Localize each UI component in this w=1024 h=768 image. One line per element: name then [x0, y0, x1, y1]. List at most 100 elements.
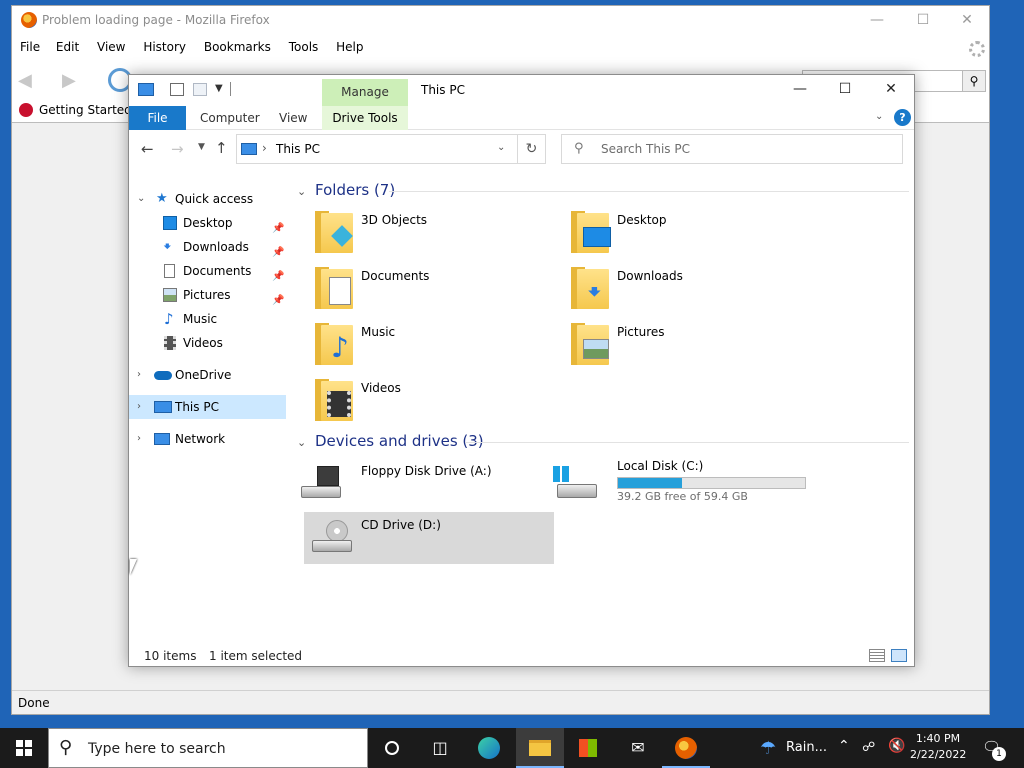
tab-view[interactable]: View	[279, 106, 307, 130]
drive-cd-d[interactable]: CD Drive (D:)	[304, 512, 554, 564]
drive-local-c[interactable]: Local Disk (C:) 39.2 GB free of 59.4 GB	[545, 458, 845, 510]
customize-qat-icon[interactable]: ▼	[215, 83, 223, 94]
address-input[interactable]: › This PC ⌄	[236, 134, 518, 164]
nav-onedrive[interactable]: › OneDrive	[129, 363, 286, 387]
bookmark-getting-started[interactable]: Getting Started	[39, 103, 132, 117]
expand-ribbon-icon[interactable]: ⌄	[875, 111, 883, 122]
nav-desktop[interactable]: Desktop 📌	[129, 211, 286, 235]
group-collapse-icon[interactable]: ⌄	[297, 185, 306, 198]
nav-videos[interactable]: Videos	[129, 331, 286, 355]
address-dropdown-icon[interactable]: ⌄	[497, 142, 505, 153]
menu-view[interactable]: View	[97, 37, 125, 57]
menu-file[interactable]: File	[20, 37, 40, 57]
nav-music[interactable]: ♪ Music	[129, 307, 286, 331]
downloads-icon: 🠻	[587, 278, 602, 306]
explorer-minimize-button[interactable]: —	[777, 75, 823, 105]
folder-icon: ♪	[315, 323, 353, 365]
expanded-chevron-icon[interactable]: ⌄	[137, 187, 145, 211]
show-hidden-icons-icon[interactable]: ⌃	[838, 738, 850, 754]
forward-arrow-icon[interactable]: ▶	[62, 70, 84, 91]
folders-group-header[interactable]: ⌄ Folders (7)	[297, 181, 395, 199]
documents-icon	[164, 264, 175, 278]
folder-3d-objects[interactable]: 3D Objects	[289, 207, 539, 259]
up-icon[interactable]: ↑	[215, 139, 228, 157]
explorer-close-button[interactable]: ✕	[868, 75, 914, 105]
store-icon[interactable]	[564, 728, 612, 768]
nav-pictures[interactable]: Pictures 📌	[129, 283, 286, 307]
menu-bookmarks[interactable]: Bookmarks	[204, 37, 271, 57]
firefox-titlebar: Problem loading page - Mozilla Firefox —…	[12, 6, 989, 36]
tab-drive-tools[interactable]: Drive Tools	[322, 106, 408, 130]
recent-locations-icon[interactable]: ▼	[198, 142, 205, 152]
file-explorer-icon[interactable]	[516, 728, 564, 768]
explorer-maximize-button[interactable]: ☐	[822, 75, 868, 105]
menu-tools[interactable]: Tools	[289, 37, 319, 57]
navigation-pane: ⌄ ★ Quick access Desktop 📌 🠻 Downloads 📌…	[129, 185, 289, 645]
search-icon[interactable]: ⚲	[962, 70, 986, 92]
network-status-icon[interactable]: ☍	[862, 740, 875, 755]
folder-music[interactable]: ♪ Music	[289, 319, 539, 371]
folder-documents[interactable]: Documents	[289, 263, 539, 315]
menu-help[interactable]: Help	[336, 37, 363, 57]
search-box[interactable]: ⚲ Search This PC	[561, 134, 903, 164]
details-view-icon[interactable]	[869, 649, 885, 662]
collapsed-chevron-icon[interactable]: ›	[137, 363, 141, 387]
firefox-logo-icon	[21, 12, 37, 28]
nav-desktop-label: Desktop	[183, 216, 233, 230]
search-placeholder: Search This PC	[601, 142, 690, 156]
back-arrow-icon[interactable]: ◀	[18, 70, 40, 91]
clock[interactable]: 1:40 PM 2/22/2022	[910, 732, 966, 761]
firefox-taskbar-icon[interactable]	[662, 728, 710, 768]
maximize-button[interactable]: ☐	[900, 6, 946, 36]
search-icon: ⚲	[59, 737, 73, 758]
new-folder-icon[interactable]	[193, 83, 207, 96]
cortana-icon[interactable]	[368, 728, 416, 768]
desktop-icon	[583, 227, 611, 247]
folder-desktop[interactable]: Desktop	[545, 207, 795, 259]
nav-quick-access[interactable]: ⌄ ★ Quick access	[129, 187, 286, 211]
drive-floppy-a[interactable]: Floppy Disk Drive (A:)	[289, 458, 539, 510]
folder-label: Music	[361, 325, 396, 339]
nav-downloads[interactable]: 🠻 Downloads 📌	[129, 235, 286, 259]
breadcrumb[interactable]: This PC	[276, 142, 320, 156]
devices-header-label: Devices and drives (3)	[315, 432, 484, 450]
devices-group-header[interactable]: ⌄ Devices and drives (3)	[297, 432, 484, 450]
pictures-icon	[163, 288, 177, 302]
tab-manage[interactable]: Manage	[322, 79, 408, 106]
refresh-button[interactable]: ↻	[518, 134, 546, 164]
menu-history[interactable]: History	[143, 37, 186, 57]
folder-pictures[interactable]: Pictures	[545, 319, 795, 371]
folder-videos[interactable]: Videos	[289, 375, 539, 427]
tab-computer[interactable]: Computer	[200, 106, 260, 130]
forward-icon[interactable]: →	[171, 140, 184, 158]
nav-documents[interactable]: Documents 📌	[129, 259, 286, 283]
folder-downloads[interactable]: 🠻 Downloads	[545, 263, 795, 315]
back-icon[interactable]: ←	[141, 140, 154, 158]
rain-weather-icon[interactable]: ☂	[760, 738, 776, 759]
this-pc-icon	[241, 143, 257, 155]
weather-text[interactable]: Rain...	[786, 740, 827, 755]
collapsed-chevron-icon[interactable]: ›	[137, 395, 141, 419]
folder-icon	[315, 267, 353, 309]
collapsed-chevron-icon[interactable]: ›	[137, 427, 141, 451]
start-button[interactable]	[0, 728, 48, 768]
taskbar: ⚲ Type here to search ◫ ✉ ☂ Rain... ⌃ ☍ …	[0, 728, 1024, 768]
volume-muted-icon[interactable]: 🔇	[888, 738, 905, 754]
close-button[interactable]: ✕	[944, 6, 990, 36]
tab-file[interactable]: File	[129, 106, 186, 130]
edge-icon[interactable]	[466, 728, 514, 768]
mail-icon[interactable]: ✉	[614, 728, 662, 768]
properties-icon[interactable]	[170, 83, 184, 96]
nav-this-pc[interactable]: › This PC	[129, 395, 286, 419]
help-icon[interactable]: ?	[894, 109, 911, 126]
menu-edit[interactable]: Edit	[56, 37, 79, 57]
taskbar-search-box[interactable]: ⚲ Type here to search	[48, 728, 368, 768]
folder-label: Downloads	[617, 269, 683, 283]
disk-usage-bar	[617, 477, 806, 489]
nav-documents-label: Documents	[183, 264, 252, 278]
nav-network[interactable]: › Network	[129, 427, 286, 451]
group-collapse-icon[interactable]: ⌄	[297, 436, 306, 449]
large-icons-view-icon[interactable]	[891, 649, 907, 662]
task-view-icon[interactable]: ◫	[416, 728, 464, 768]
minimize-button[interactable]: —	[854, 6, 900, 36]
